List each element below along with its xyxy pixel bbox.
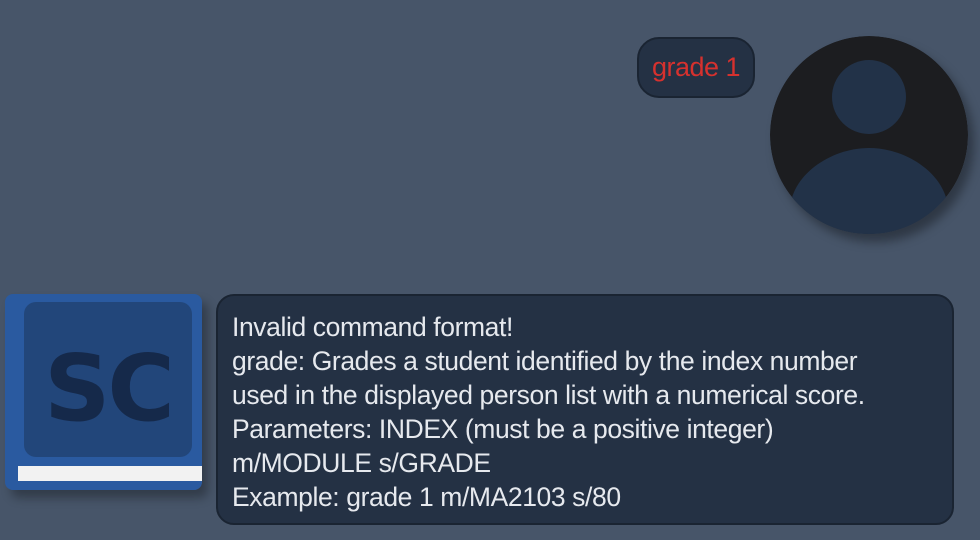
bot-response-line: grade: Grades a student identified by th… <box>232 346 858 376</box>
user-avatar-icon <box>770 36 968 234</box>
bot-response-bubble: Invalid command format! grade: Grades a … <box>216 294 954 525</box>
user-message-bubble: grade 1 <box>637 37 755 98</box>
bot-response-line: Invalid command format! <box>232 312 513 342</box>
bot-logo-text: SC <box>44 335 172 442</box>
book-logo-icon: SC <box>5 294 202 490</box>
bot-response-line: used in the displayed person list with a… <box>232 380 865 410</box>
user-message-text: grade 1 <box>651 52 741 82</box>
bot-response-line: m/MODULE s/GRADE <box>232 448 491 478</box>
bot-response-line: Parameters: INDEX (must be a positive in… <box>232 414 774 444</box>
bot-response-line: Example: grade 1 m/MA2103 s/80 <box>232 482 621 512</box>
